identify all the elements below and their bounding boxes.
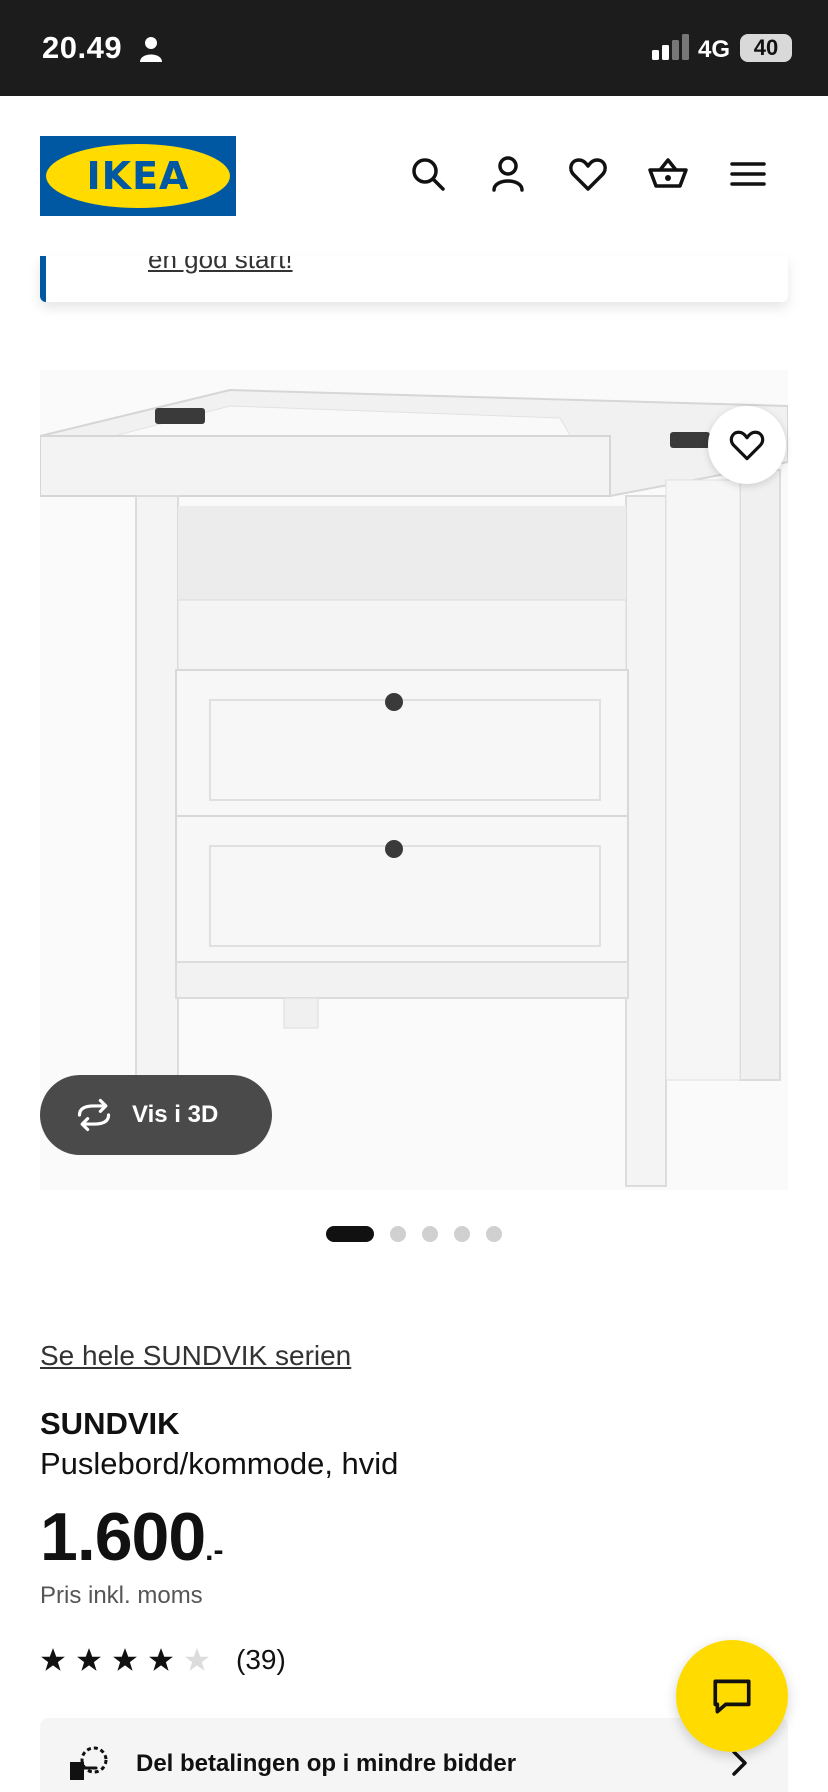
menu-icon[interactable]	[726, 152, 770, 196]
price-value: 1.600	[40, 1499, 206, 1575]
search-icon[interactable]	[406, 152, 450, 196]
product-image[interactable]	[40, 370, 788, 1190]
carousel-dot[interactable]	[486, 1226, 502, 1242]
battery-icon: 40	[740, 34, 792, 62]
ikea-logo[interactable]: IKEA	[40, 136, 236, 216]
chat-button[interactable]	[676, 1640, 788, 1752]
star-empty-icon	[185, 1648, 209, 1671]
status-bar: 20.49 4G 40	[0, 0, 828, 96]
installment-icon	[70, 1746, 108, 1780]
site-header: IKEA	[0, 96, 828, 256]
view-in-3d-button[interactable]: Vis i 3D	[40, 1075, 272, 1155]
cart-icon[interactable]	[646, 152, 690, 196]
star-filled-icon	[77, 1648, 101, 1671]
star-filled-icon	[41, 1648, 65, 1671]
review-count: (39)	[236, 1644, 286, 1675]
payment-banner[interactable]: Del betalingen op i mindre bidder	[40, 1718, 788, 1792]
add-to-favorites-button[interactable]	[708, 406, 786, 484]
star-filled-icon	[149, 1648, 173, 1671]
product-name: SUNDVIK	[40, 1406, 180, 1441]
account-icon[interactable]	[486, 152, 530, 196]
carousel-dot[interactable]	[390, 1226, 406, 1242]
carousel-dot[interactable]	[422, 1226, 438, 1242]
product-rating[interactable]: (39)	[40, 1644, 286, 1676]
person-icon	[140, 36, 162, 62]
logo-text: IKEA	[86, 154, 190, 198]
carousel-dot[interactable]	[454, 1226, 470, 1242]
series-link[interactable]: Se hele SUNDVIK serien	[40, 1340, 351, 1372]
carousel-dot-active[interactable]	[326, 1226, 374, 1242]
signal-icon	[652, 34, 690, 60]
logo-ellipse: IKEA	[46, 144, 230, 208]
heart-icon	[729, 430, 765, 461]
price-suffix: .-	[205, 1534, 224, 1567]
info-card-link[interactable]: en god start!	[148, 256, 293, 275]
changing-table-illustration	[40, 388, 788, 1187]
chat-icon	[713, 1679, 751, 1714]
rotate-3d-icon	[77, 1098, 111, 1132]
view-in-3d-label: Vis i 3D	[132, 1101, 219, 1128]
price-note: Pris inkl. moms	[40, 1582, 203, 1609]
payment-banner-text: Del betalingen op i mindre bidder	[136, 1750, 517, 1777]
status-time: 20.49	[42, 30, 123, 65]
network-type: 4G	[698, 36, 731, 63]
favorites-icon[interactable]	[566, 152, 610, 196]
chevron-right-icon	[732, 1750, 747, 1776]
product-description: Puslebord/kommode, hvid	[40, 1446, 399, 1481]
info-card: en god start!	[40, 256, 788, 302]
product-price: 1.600.-	[40, 1498, 224, 1576]
star-filled-icon	[113, 1648, 137, 1671]
carousel-indicator	[326, 1226, 502, 1242]
